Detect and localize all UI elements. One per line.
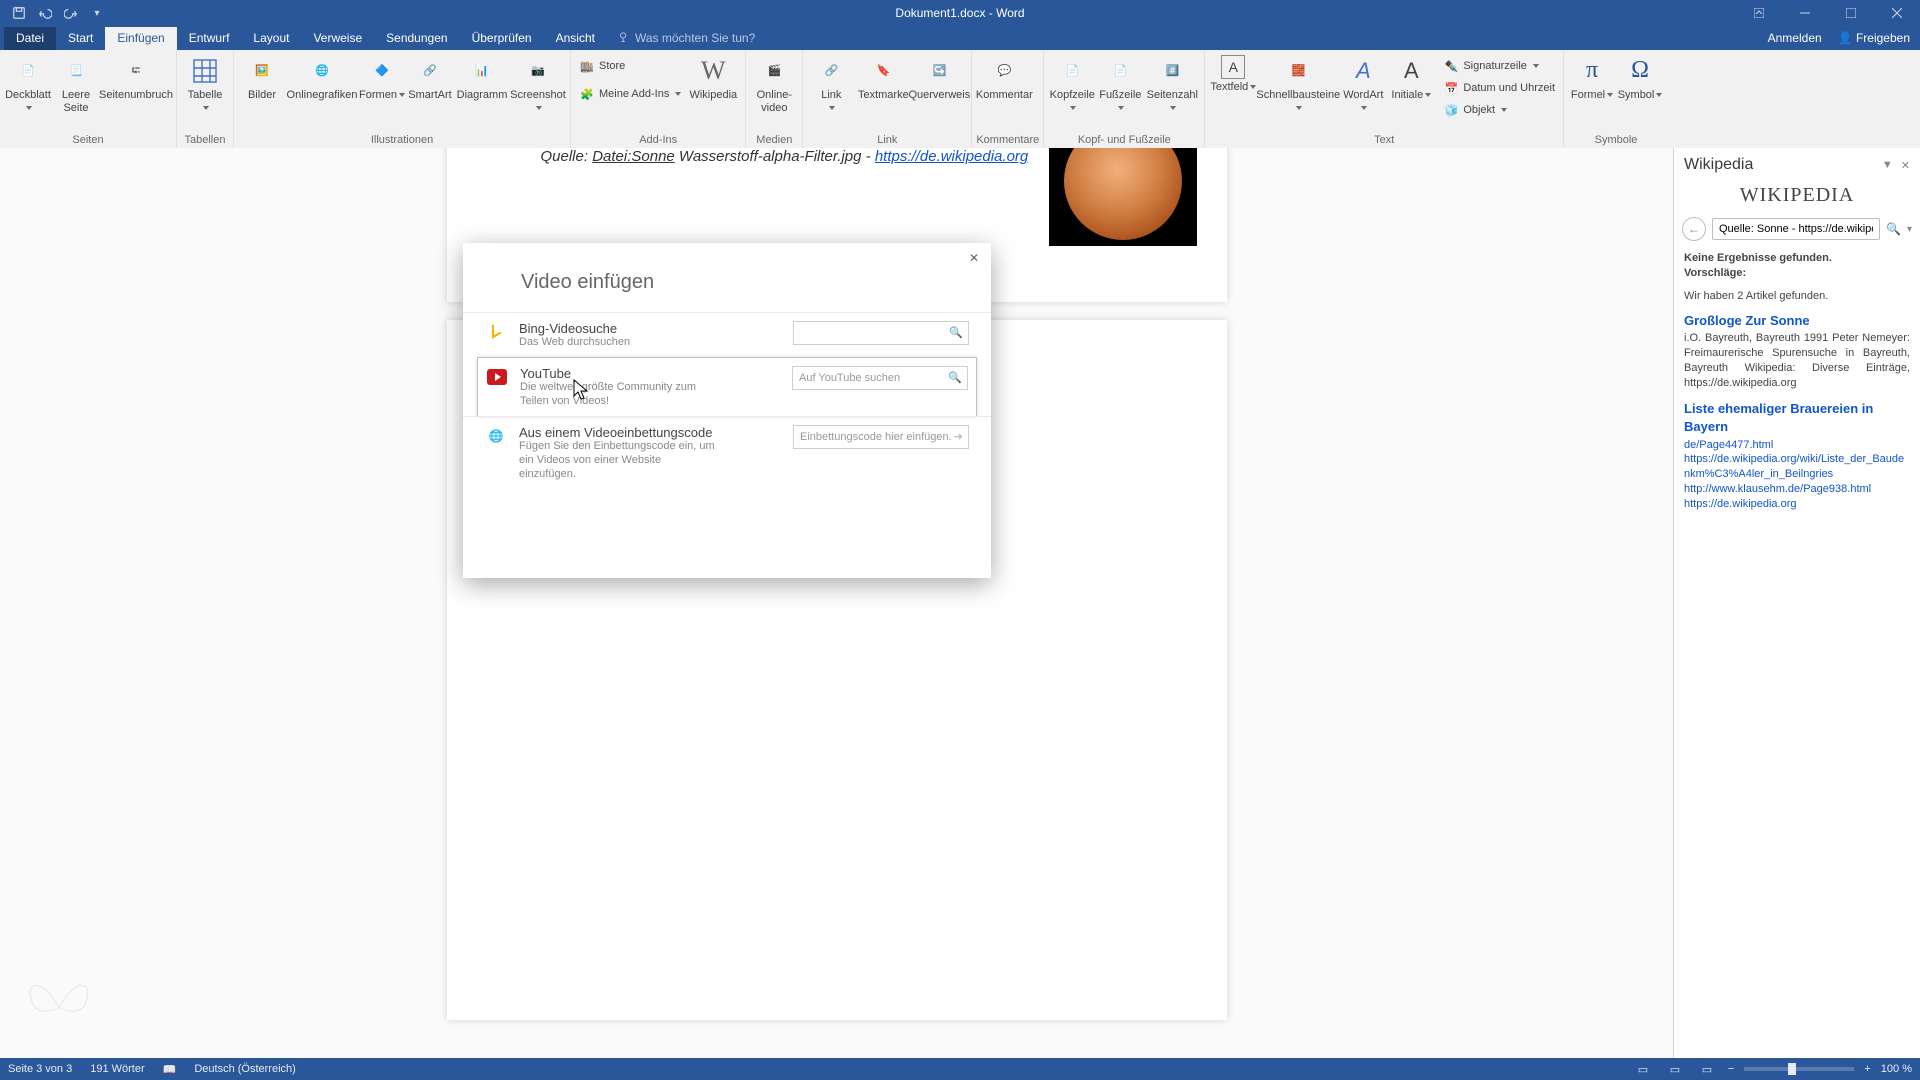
zoom-level[interactable]: 100 % [1881,1063,1912,1075]
zoom-slider[interactable] [1744,1067,1854,1071]
dialog-row-embed[interactable]: 🌐 Aus einem VideoeinbettungscodeFügen Si… [463,416,991,489]
status-words[interactable]: 191 Wörter [90,1063,144,1075]
status-page[interactable]: Seite 3 von 3 [8,1063,72,1075]
youtube-search-input[interactable]: Auf YouTube suchen🔍 [792,366,968,390]
video-insert-dialog: ✕ Video einfügen Bing-VideosucheDas Web … [463,243,991,578]
view-print-layout-icon[interactable]: ▭ [1664,1061,1686,1077]
embed-code-input[interactable]: Einbettungscode hier einfügen.➜ [793,425,969,449]
bing-icon [485,321,507,343]
mouse-cursor-icon [573,379,589,401]
embed-code-icon: 🌐 [485,425,507,447]
status-spellcheck-icon[interactable]: 📖 [163,1063,177,1076]
dialog-title: Video einfügen [463,243,991,312]
status-bar: Seite 3 von 3 191 Wörter 📖 Deutsch (Öste… [0,1058,1920,1080]
view-read-mode-icon[interactable]: ▭ [1632,1061,1654,1077]
dialog-close-button[interactable]: ✕ [965,249,983,267]
dialog-row-bing[interactable]: Bing-VideosucheDas Web durchsuchen 🔍 [463,312,991,358]
view-web-layout-icon[interactable]: ▭ [1696,1061,1718,1077]
dialog-row-youtube[interactable]: YouTubeDie weltweit größte Community zum… [477,357,977,418]
zoom-out-button[interactable]: − [1728,1063,1734,1075]
dialog-overlay: ✕ Video einfügen Bing-VideosucheDas Web … [0,0,1920,1080]
youtube-icon [486,366,508,388]
zoom-in-button[interactable]: + [1864,1063,1870,1075]
status-language[interactable]: Deutsch (Österreich) [194,1063,295,1075]
bing-search-input[interactable]: 🔍 [793,321,969,345]
